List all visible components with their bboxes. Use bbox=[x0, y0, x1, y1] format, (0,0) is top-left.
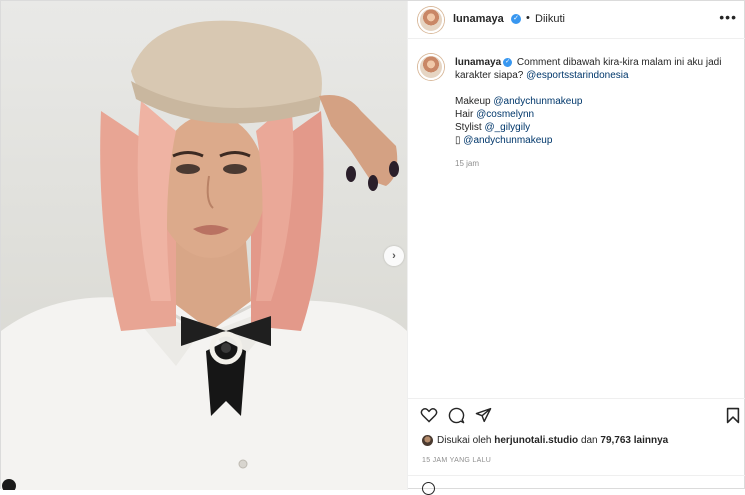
credit-line: Makeup @andychunmakeup bbox=[455, 96, 583, 107]
action-bar bbox=[408, 398, 745, 428]
credit-tag-link[interactable]: @andychunmakeup bbox=[463, 135, 552, 146]
post-timestamp[interactable]: 15 JAM YANG LALU bbox=[422, 457, 491, 464]
verified-badge-icon: ✓ bbox=[511, 14, 521, 24]
caption-tag-link[interactable]: @esportsstarindonesia bbox=[526, 70, 628, 81]
bookmark-icon[interactable] bbox=[726, 407, 740, 424]
credit-line: Stylist @_gilygily bbox=[455, 122, 531, 133]
credit-line: ▯ @andychunmakeup bbox=[455, 134, 735, 147]
separator-dot: • bbox=[526, 12, 530, 24]
credit-tag-link[interactable]: @andychunmakeup bbox=[493, 96, 582, 107]
credit-tag-link[interactable]: @_gilygily bbox=[484, 122, 530, 133]
more-horizontal-icon[interactable]: ••• bbox=[719, 9, 737, 25]
caption-avatar[interactable] bbox=[418, 54, 444, 80]
emoji-placeholder-icon: ▯ bbox=[455, 135, 461, 146]
liker-username[interactable]: herjunotali.studio bbox=[494, 435, 578, 446]
comment-icon[interactable] bbox=[448, 407, 465, 424]
carousel-next-button[interactable]: › bbox=[384, 246, 404, 266]
caption-time: 15 jam bbox=[455, 159, 480, 168]
caption-username[interactable]: lunamaya bbox=[455, 57, 501, 68]
heart-icon[interactable] bbox=[420, 407, 438, 423]
header-username[interactable]: lunamaya bbox=[453, 13, 504, 25]
post-photo[interactable]: › bbox=[1, 1, 407, 490]
post-details-panel: lunamaya ✓ • Diikuti ••• lunamaya ✓ Comme… bbox=[407, 1, 745, 495]
verified-badge-icon: ✓ bbox=[503, 57, 513, 67]
liker-avatar[interactable] bbox=[422, 435, 433, 446]
credit-tag-link[interactable]: @cosmelynn bbox=[476, 109, 534, 120]
post-caption: lunamaya ✓ Comment dibawah kira-kira mala… bbox=[455, 56, 735, 170]
share-icon[interactable] bbox=[475, 407, 492, 423]
follow-status-button[interactable]: Diikuti bbox=[535, 13, 565, 25]
portrait-illustration bbox=[1, 20, 407, 490]
likes-summary: Disukai oleh herjunotali.studio dan 79,7… bbox=[422, 435, 668, 446]
credit-line: Hair @cosmelynn bbox=[455, 109, 535, 120]
avatar[interactable] bbox=[418, 7, 444, 33]
post-header: lunamaya ✓ • Diikuti ••• bbox=[408, 1, 745, 39]
instagram-post: › lunamaya ✓ • Diikuti ••• lunamaya ✓ Com… bbox=[0, 0, 745, 495]
likes-count[interactable]: 79,763 bbox=[600, 435, 631, 446]
